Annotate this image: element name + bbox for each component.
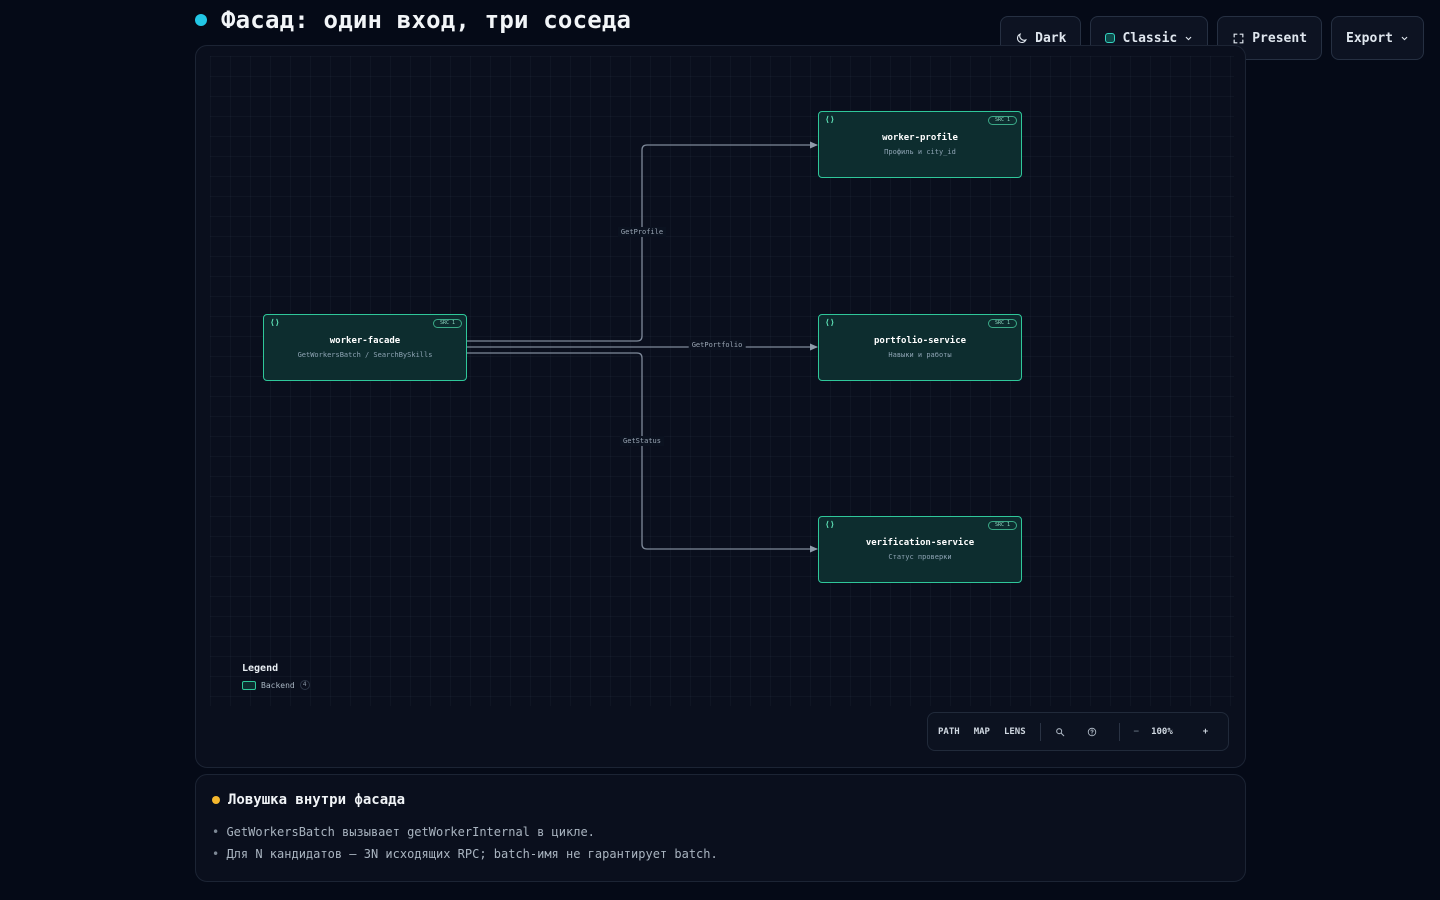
chevron-down-icon	[1401, 36, 1408, 40]
note-item: GetWorkersBatch вызывает getWorkerIntern…	[212, 821, 718, 843]
node-worker-profile[interactable]: ⟨⟩ SRC 1 worker-profile Профиль и city_i…	[818, 111, 1022, 178]
diagram-edges	[467, 141, 818, 553]
node-subtitle: Навыки и работы	[888, 351, 952, 359]
present-label: Present	[1252, 30, 1308, 46]
note-header: Ловушка внутри фасада	[212, 792, 405, 808]
title-dot	[195, 14, 207, 26]
edge-label-getstatus: GetStatus	[620, 436, 664, 446]
note-list: GetWorkersBatch вызывает getWorkerIntern…	[212, 821, 718, 865]
note-item: Для N кандидатов — 3N исходящих RPC; bat…	[212, 843, 717, 865]
edge-label-getprofile: GetProfile	[617, 227, 667, 237]
legend-item-backend[interactable]: Backend 4	[242, 680, 310, 690]
title-row: Фасад: один вход, три соседа	[195, 6, 631, 34]
code-braces-icon: ⟨⟩	[825, 115, 835, 124]
node-title: worker-facade	[329, 336, 401, 346]
page-title: Фасад: один вход, три соседа	[221, 6, 632, 34]
fullscreen-icon	[1233, 33, 1244, 43]
node-subtitle: Статус проверки	[888, 553, 952, 561]
note-dot	[212, 796, 220, 804]
theme-toggle-label: Dark	[1035, 30, 1067, 46]
edge-getprofile[interactable]	[467, 141, 818, 342]
note-title: Ловушка внутри фасада	[228, 792, 406, 808]
diagram-canvas-card: GetProfile GetPortfolio GetStatus ⟨⟩ SRC…	[195, 45, 1246, 768]
export-label: Export	[1346, 30, 1393, 46]
node-badge: SRC 1	[432, 319, 462, 328]
legend-count-badge: 4	[299, 680, 310, 690]
zoom-level: 100%	[1151, 726, 1173, 737]
controls-divider	[1118, 722, 1120, 741]
node-badge: SRC 1	[987, 116, 1017, 125]
legend-label: Backend	[261, 680, 295, 690]
lens-button[interactable]: LENS	[1004, 727, 1026, 737]
code-braces-icon: ⟨⟩	[825, 318, 835, 327]
node-subtitle: Профиль и city_id	[884, 148, 956, 156]
edge-label-getportfolio: GetPortfolio	[688, 340, 746, 350]
zoom-out-button[interactable]: −	[1134, 727, 1139, 737]
legend-title: Legend	[242, 663, 279, 674]
edge-getstatus[interactable]	[467, 352, 818, 553]
help-icon[interactable]	[1087, 727, 1097, 737]
controls-divider	[1039, 722, 1041, 741]
note-card: Ловушка внутри фасада GetWorkersBatch вы…	[195, 774, 1246, 882]
moon-icon	[1017, 32, 1027, 43]
legend-swatch	[242, 680, 256, 690]
search-icon[interactable]	[1055, 727, 1065, 737]
style-swatch	[1105, 33, 1116, 43]
node-title: worker-profile	[882, 133, 958, 143]
node-title: portfolio-service	[873, 336, 967, 346]
code-braces-icon: ⟨⟩	[270, 318, 280, 327]
zoom-in-button[interactable]: +	[1203, 727, 1208, 737]
node-verification-service[interactable]: ⟨⟩ SRC 1 verification-service Статус про…	[818, 516, 1022, 583]
node-title: verification-service	[865, 538, 975, 548]
node-worker-facade[interactable]: ⟨⟩ SRC 1 worker-facade GetWorkersBatch /…	[263, 314, 467, 381]
style-select-label: Classic	[1122, 30, 1178, 46]
path-button[interactable]: PATH	[938, 727, 960, 737]
node-badge: SRC 1	[987, 521, 1017, 530]
code-braces-icon: ⟨⟩	[825, 520, 835, 529]
chevron-down-icon	[1185, 36, 1192, 40]
export-button[interactable]: Export	[1331, 16, 1424, 60]
node-badge: SRC 1	[987, 319, 1017, 328]
diagram-controls: PATH MAP LENS − 100% +	[927, 712, 1229, 751]
node-subtitle: GetWorkersBatch / SearchBySkills	[297, 351, 433, 359]
map-button[interactable]: MAP	[974, 727, 990, 737]
legend: Legend Backend 4	[242, 663, 310, 690]
node-portfolio-service[interactable]: ⟨⟩ SRC 1 portfolio-service Навыки и рабо…	[818, 314, 1022, 381]
